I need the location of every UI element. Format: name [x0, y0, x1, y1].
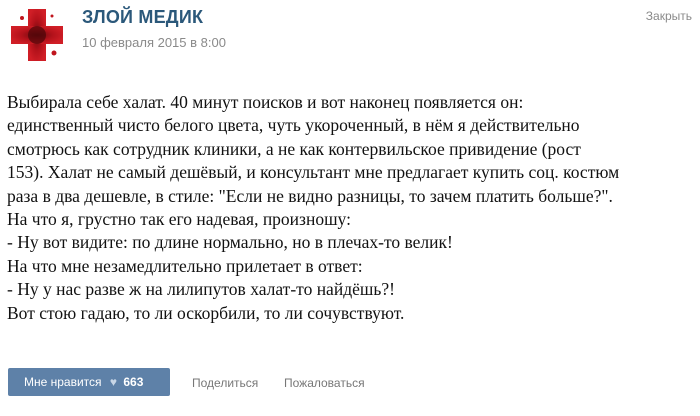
post-text-line: - Ну вот видите: по длине нормально, но …: [7, 232, 453, 253]
post-text-line: единственный чисто белого цвета, чуть ук…: [7, 115, 580, 136]
post-text-line: 153). Халат не самый дешёвый, и консульт…: [7, 162, 620, 183]
like-button[interactable]: Мне нравится ♥ 663: [8, 368, 170, 396]
author-name[interactable]: ЗЛОЙ МЕДИК: [82, 7, 203, 28]
post-text-line: На что я, грустно так его надевая, произ…: [7, 209, 351, 230]
avatar[interactable]: [8, 6, 66, 64]
share-link[interactable]: Поделиться: [192, 376, 258, 390]
report-link[interactable]: Пожаловаться: [284, 376, 365, 390]
post-text-line: раза в два дешевле, в стиле: "Если не ви…: [7, 185, 613, 206]
like-count: 663: [123, 375, 144, 389]
like-label: Мне нравится: [24, 375, 102, 389]
post-text-line: смотрюсь как сотрудник клиники, а не как…: [7, 138, 581, 159]
post-text-line: - Ну у нас разве ж на лилипутов халат-то…: [7, 279, 395, 300]
post-text-line: На что мне незамедлительно прилетает в о…: [7, 255, 363, 276]
red-cross-icon: [11, 9, 63, 61]
close-button[interactable]: Закрыть: [646, 9, 692, 23]
post-text-line: Вот стою гадаю, то ли оскорбили, то ли с…: [7, 302, 405, 323]
post-date[interactable]: 10 февраля 2015 в 8:00: [82, 35, 226, 50]
post-text: Выбирала себе халат. 40 минут поисков и …: [7, 91, 697, 325]
heart-icon: ♥: [109, 375, 118, 389]
post-text-line: Выбирала себе халат. 40 минут поисков и …: [7, 92, 524, 112]
